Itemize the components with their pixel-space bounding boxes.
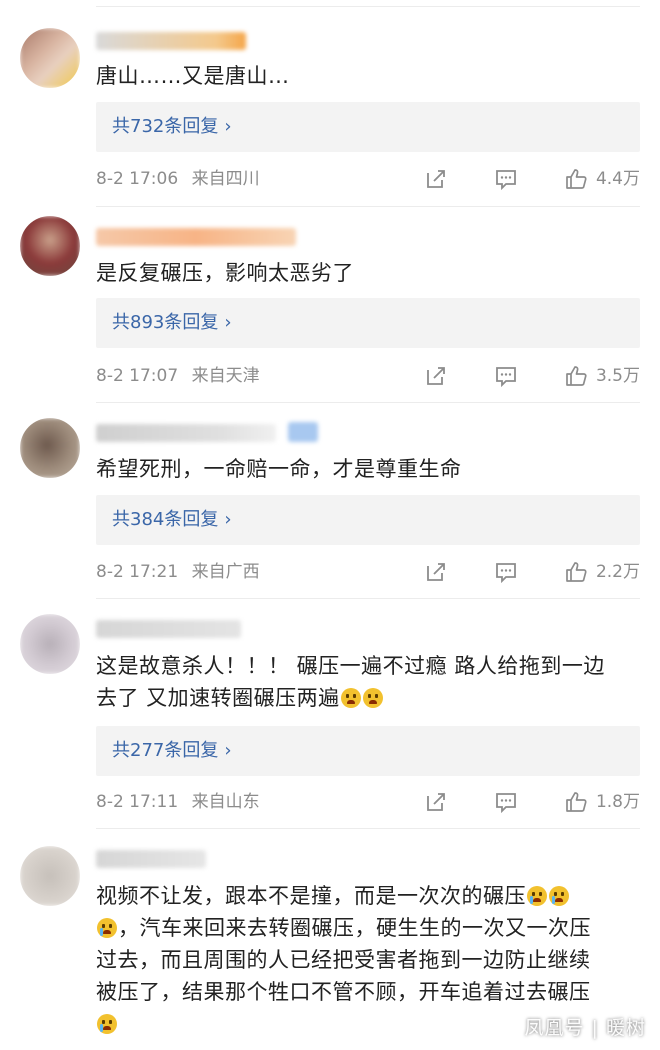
comment-actions: 3.5万 xyxy=(424,361,640,391)
comment-text-line: 这是故意杀人！！！ 碾压一遍不过瘾 路人给拖到一边 xyxy=(96,654,605,678)
comment-actions: 4.4万 xyxy=(424,164,640,194)
comment-icon[interactable] xyxy=(494,560,518,584)
user-badge xyxy=(288,422,318,442)
cry-emoji xyxy=(97,1014,117,1034)
comment-location: 来自山东 xyxy=(191,792,260,812)
like-button[interactable]: 1.8万 xyxy=(564,787,640,817)
avatar[interactable] xyxy=(20,846,80,906)
comment-meta: 8-2 17:11 来自山东 1.8万 xyxy=(96,787,640,817)
replies-label: 共893条回复 xyxy=(112,312,219,333)
divider xyxy=(96,828,640,829)
replies-label: 共732条回复 xyxy=(112,116,219,137)
comment-meta: 8-2 17:21 来自广西 2.2万 xyxy=(96,557,640,587)
cry-emoji xyxy=(97,918,117,938)
share-icon[interactable] xyxy=(424,364,448,388)
like-icon xyxy=(566,562,587,582)
view-replies-button[interactable]: 共384条回复 › xyxy=(96,495,640,545)
comment-text-line: 视频不让发，跟本不是撞，而是一次次的碾压 xyxy=(96,880,642,912)
chevron-right-icon: › xyxy=(224,740,232,761)
comment-text: 这是故意杀人！！！ 碾压一遍不过瘾 路人给拖到一边 去了 又加速转圈碾压两遍 xyxy=(96,650,642,714)
username[interactable] xyxy=(96,424,276,442)
like-button[interactable]: 3.5万 xyxy=(564,361,640,391)
comment-icon[interactable] xyxy=(494,364,518,388)
avatar[interactable] xyxy=(20,614,80,674)
share-icon[interactable] xyxy=(424,790,448,814)
view-replies-button[interactable]: 共893条回复 › xyxy=(96,298,640,348)
like-icon xyxy=(566,792,587,812)
comment-time: 8-2 17:11 xyxy=(96,792,179,812)
comment-text-fragment: 去了 又加速转圈碾压两遍 xyxy=(96,686,340,710)
comment-text-line: 被压了，结果那个牲口不管不顾，开车追着过去碾压 xyxy=(96,980,591,1004)
angry-emoji xyxy=(362,688,383,708)
like-icon xyxy=(566,366,587,386)
like-button[interactable]: 2.2万 xyxy=(564,557,640,587)
replies-label: 共277条回复 xyxy=(112,740,219,761)
like-count: 2.2万 xyxy=(595,562,640,582)
avatar[interactable] xyxy=(20,216,80,276)
divider xyxy=(96,402,640,403)
like-count: 1.8万 xyxy=(595,792,640,812)
comment-actions: 2.2万 xyxy=(424,557,640,587)
comment-location: 来自天津 xyxy=(191,366,260,386)
comment-text-line: 过去，而且周围的人已经把受害者拖到一边防止继续 xyxy=(96,948,591,972)
comment-meta: 8-2 17:06 来自四川 4.4万 xyxy=(96,164,640,194)
cry-emoji xyxy=(527,886,547,906)
comment-location: 来自四川 xyxy=(191,169,260,189)
comment-icon[interactable] xyxy=(494,790,518,814)
avatar[interactable] xyxy=(20,28,80,88)
view-replies-button[interactable]: 共732条回复 › xyxy=(96,102,640,152)
username[interactable] xyxy=(96,620,241,638)
comment-text: 希望死刑，一命赔一命，才是尊重生命 xyxy=(96,457,462,481)
angry-emoji xyxy=(340,688,361,708)
comment-text-line: 去了 又加速转圈碾压两遍 xyxy=(96,682,642,714)
chevron-right-icon: › xyxy=(224,509,232,530)
comment-time: 8-2 17:21 xyxy=(96,562,179,582)
divider xyxy=(96,206,640,207)
divider xyxy=(96,598,640,599)
cry-emoji xyxy=(549,886,569,906)
like-icon xyxy=(566,169,587,189)
comment-text-line: ，汽车来回来去转圈碾压，硬生生的一次又一次压 xyxy=(96,912,642,944)
comment-location: 来自广西 xyxy=(191,562,260,582)
like-count: 4.4万 xyxy=(595,169,640,189)
chevron-right-icon: › xyxy=(224,116,232,137)
username[interactable] xyxy=(96,228,296,246)
comment-text-fragment: ，汽车来回来去转圈碾压，硬生生的一次又一次压 xyxy=(118,916,591,940)
username[interactable] xyxy=(96,32,246,50)
like-button[interactable]: 4.4万 xyxy=(564,164,640,194)
chevron-right-icon: › xyxy=(224,312,232,333)
comment-icon[interactable] xyxy=(494,167,518,191)
comment-text: 唐山……又是唐山… xyxy=(96,64,290,88)
avatar[interactable] xyxy=(20,418,80,478)
comment-feed: 唐山……又是唐山… 共732条回复 › 8-2 17:06 来自四川 4.4万 是… xyxy=(0,0,660,1050)
like-count: 3.5万 xyxy=(595,366,640,386)
comment-actions: 1.8万 xyxy=(424,787,640,817)
comment-meta: 8-2 17:07 来自天津 3.5万 xyxy=(96,361,640,391)
divider xyxy=(96,6,640,7)
replies-label: 共384条回复 xyxy=(112,509,219,530)
watermark: 凤凰号 | 暖树 xyxy=(524,1017,646,1039)
comment-text-fragment: 视频不让发，跟本不是撞，而是一次次的碾压 xyxy=(96,884,526,908)
comment-text: 是反复碾压，影响太恶劣了 xyxy=(96,261,354,285)
username[interactable] xyxy=(96,850,206,868)
comment-time: 8-2 17:07 xyxy=(96,366,179,386)
share-icon[interactable] xyxy=(424,560,448,584)
share-icon[interactable] xyxy=(424,167,448,191)
view-replies-button[interactable]: 共277条回复 › xyxy=(96,726,640,776)
comment-time: 8-2 17:06 xyxy=(96,169,179,189)
